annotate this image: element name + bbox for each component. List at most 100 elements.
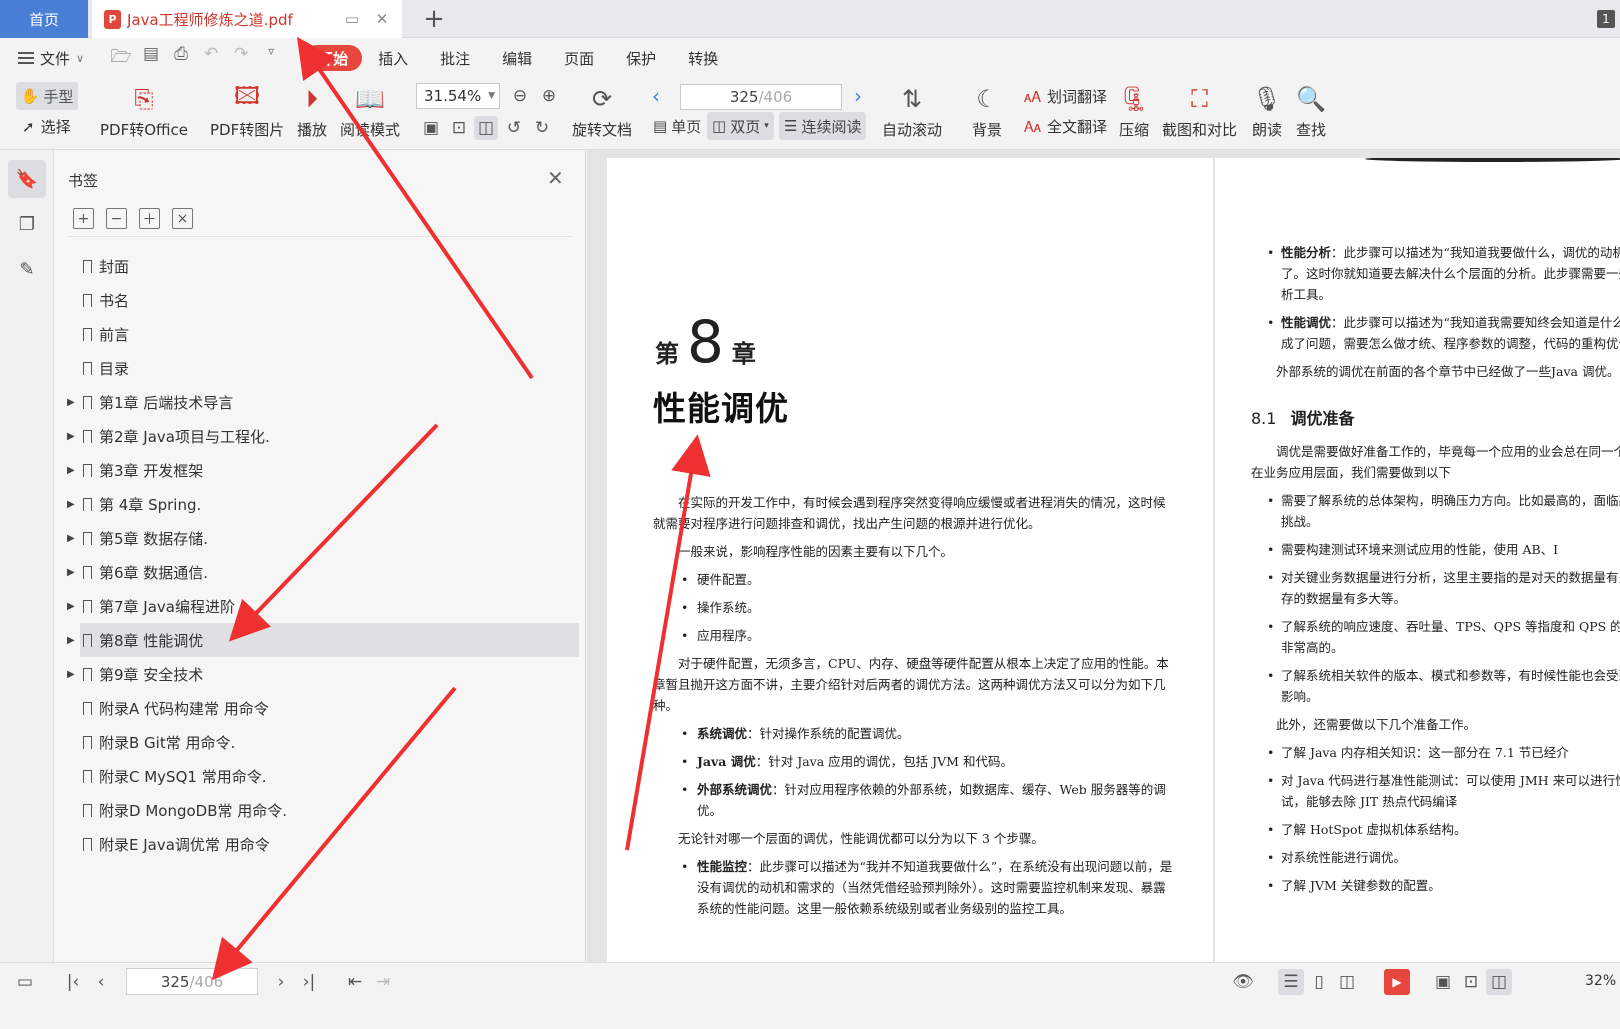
expand-arrow-icon[interactable]: ▶ [67,431,75,442]
tab-convert[interactable]: 转换 [672,45,734,71]
customize-dropdown-icon[interactable]: ▿ [260,44,282,73]
previous-page-icon[interactable]: ‹ [652,84,660,108]
actual-size-icon[interactable]: ▣ [1430,969,1456,995]
add-bookmark-icon[interactable]: ＋ [139,208,160,229]
print-icon[interactable]: ⎙ [170,44,192,73]
expand-arrow-icon[interactable]: ▶ [67,465,75,476]
bookmark-panel-icon[interactable]: 🔖 [8,160,46,198]
expand-arrow-icon[interactable]: ▶ [67,567,75,578]
back-icon[interactable]: ⇤ [342,969,368,995]
delete-bookmark-icon[interactable]: × [172,208,193,229]
single-page-button[interactable]: ▤ 单页 [648,112,706,140]
expand-arrow-icon[interactable]: ▶ [67,397,75,408]
bookmark-item[interactable]: ▶ 第1章 后端技术导言 [55,385,586,419]
expand-all-icon[interactable]: + [73,208,94,229]
file-menu[interactable]: 文件 ∨ [18,48,84,69]
forward-icon[interactable]: ⇥ [370,969,396,995]
close-tab-icon[interactable]: ✕ [372,9,392,29]
fit-width-icon[interactable]: ◫ [1486,969,1512,995]
compress-button[interactable]: 🗜 压缩 [1117,82,1151,140]
undo-icon[interactable]: ↶ [200,44,222,73]
hand-tool-button[interactable]: ✋ 手型 [16,82,78,110]
expand-arrow-icon[interactable]: ▶ [67,499,75,510]
bookmark-item[interactable]: 附录A 代码构建常 用命令 [55,691,586,725]
next-page-icon[interactable]: › [854,84,862,108]
fit-page-icon[interactable]: ⊡ [1458,969,1484,995]
bookmark-item[interactable]: 目录 [55,351,586,385]
collapse-all-icon[interactable]: − [106,208,127,229]
zoom-dropdown-icon[interactable]: ▼ [488,91,495,101]
double-page-button[interactable]: ◫ 双页 ▾ [707,112,774,140]
zoom-out-icon[interactable]: ⊖ [508,84,532,108]
document-viewport[interactable]: 第 8 章 性能调优 在实际的开发工作中，有时候会遇到程序突然变得响应缓慢或者进… [587,150,1620,962]
bookmark-item[interactable]: 附录C MySQ1 常用命令. [55,759,586,793]
redo-icon[interactable]: ↷ [230,44,252,73]
bookmark-item[interactable]: ▶ 第3章 开发框架 [55,453,586,487]
open-folder-icon[interactable]: 🗁 [110,44,132,73]
tab-page[interactable]: 页面 [548,45,610,71]
full-translate-button[interactable]: 🗛 全文翻译 [1024,116,1107,137]
read-aloud-button[interactable]: 🎙 朗读 [1250,82,1284,140]
bookmark-item[interactable]: ▶ 第9章 安全技术 [55,657,586,691]
previous-page-icon[interactable]: ‹ [88,969,114,995]
bookmark-item[interactable]: 书名 [55,283,586,317]
expand-arrow-icon[interactable]: ▶ [67,635,75,646]
auto-scroll-button[interactable]: ⇅ 自动滚动 [882,82,942,140]
zoom-input[interactable]: 31.54% ▼ [416,83,500,109]
zoom-in-icon[interactable]: ⊕ [537,84,561,108]
tab-edit[interactable]: 编辑 [486,45,548,71]
eye-protection-icon[interactable]: 👁 [1230,969,1256,995]
page-number-input[interactable]: 325 /406 [680,84,842,110]
background-button[interactable]: ☾ 背景 [970,82,1004,140]
tab-annotate[interactable]: 批注 [424,45,486,71]
save-icon[interactable]: ▤ [140,44,162,73]
pin-window-icon[interactable]: ▭ [342,9,362,29]
expand-arrow-icon[interactable]: ▶ [67,669,75,680]
single-view-icon[interactable]: ▯ [1306,969,1332,995]
fit-page-icon[interactable]: ⊡ [447,116,471,140]
actual-size-icon[interactable]: ▣ [419,116,443,140]
rotate-document-button[interactable]: ⟳ 旋转文档 [572,82,632,140]
rotate-left-icon[interactable]: ↺ [502,116,526,140]
play-slideshow-icon[interactable]: ▶ [1384,969,1410,995]
screenshot-compare-button[interactable]: ⛶ 截图和对比 [1162,82,1237,140]
bookmark-item[interactable]: ▶ 第6章 数据通信. [55,555,586,589]
double-view-icon[interactable]: ◫ [1334,969,1360,995]
fit-width-icon[interactable]: ◫ [474,116,498,140]
pdf-to-image-button[interactable]: 🖾 PDF转图片 [210,82,284,140]
bookmark-item[interactable]: 附录D MongoDB常 用命令. [55,793,586,827]
rotate-right-icon[interactable]: ↻ [530,116,554,140]
bookmark-item[interactable]: 附录B Git常 用命令. [55,725,586,759]
tab-start[interactable]: 开始 [304,45,363,71]
select-tool-button[interactable]: ➚ 选择 [22,116,71,137]
bookmark-item[interactable]: ▶ 第7章 Java编程进阶 [55,589,586,623]
tab-protect[interactable]: 保护 [610,45,672,71]
tab-insert[interactable]: 插入 [362,45,424,71]
status-page-input[interactable]: 325 /406 [126,968,258,995]
window-count-badge[interactable]: 1 [1597,10,1615,28]
read-mode-button[interactable]: 📖 阅读模式 [340,82,400,140]
sidebar-toggle-icon[interactable]: ▭ [12,969,38,995]
bookmark-item[interactable]: ▶ 第5章 数据存储. [55,521,586,555]
first-page-icon[interactable]: |‹ [60,969,86,995]
signature-panel-icon[interactable]: ✎ [8,250,46,288]
tab-home[interactable]: 首页 [0,0,88,38]
expand-arrow-icon[interactable]: ▶ [67,533,75,544]
last-page-icon[interactable]: ›| [296,969,322,995]
bookmark-item[interactable]: ▶ 第2章 Java项目与工程化. [55,419,586,453]
close-panel-icon[interactable]: ✕ [547,166,564,190]
bookmark-item[interactable]: ▶ 第8章 性能调优 [67,623,579,657]
play-button[interactable]: ⏵ 播放 [295,82,329,140]
find-button[interactable]: 🔍 查找 [1294,82,1328,140]
tab-document[interactable]: P Java工程师修炼之道.pdf ▭ ✕ [92,0,402,38]
bookmark-item[interactable]: 附录E Java调优常 用命令 [55,827,586,861]
continuous-reading-button[interactable]: ☰ 连续阅读 [779,112,867,140]
bookmark-item[interactable]: ▶ 第 4章 Spring. [55,487,586,521]
bookmark-item[interactable]: 封面 [55,249,586,283]
bookmark-item[interactable]: 前言 [55,317,586,351]
status-zoom-level[interactable]: 32% [1585,973,1616,989]
continuous-view-icon[interactable]: ☰ [1278,969,1304,995]
next-page-icon[interactable]: › [268,969,294,995]
pdf-to-office-button[interactable]: ⎘ PDF转Office [100,82,188,140]
word-translate-button[interactable]: 🗚 划词翻译 [1024,86,1107,107]
